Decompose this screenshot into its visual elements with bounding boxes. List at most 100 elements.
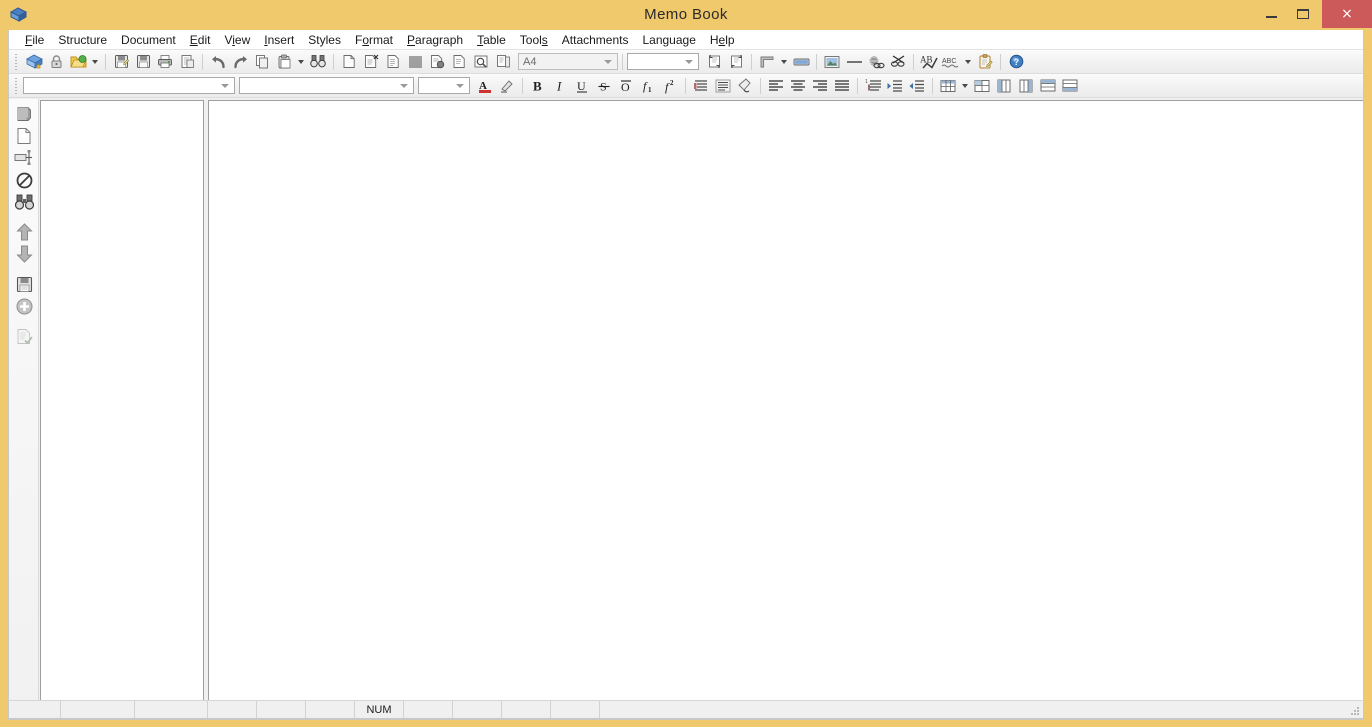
menu-tools[interactable]: Tools bbox=[513, 31, 555, 49]
insert-column-right-icon[interactable] bbox=[1015, 75, 1037, 96]
open-folder-icon[interactable] bbox=[67, 51, 89, 72]
page-rotate-right-icon[interactable] bbox=[725, 51, 747, 72]
frame-icon[interactable] bbox=[756, 51, 778, 72]
sidebar-item-book[interactable] bbox=[9, 103, 39, 125]
open-dropdown-arrow[interactable] bbox=[89, 51, 101, 72]
resize-grip-icon[interactable] bbox=[1349, 705, 1361, 717]
print-preview-icon[interactable] bbox=[176, 51, 198, 72]
font-family-combo[interactable] bbox=[239, 77, 414, 94]
sidebar-item-move-down[interactable] bbox=[9, 243, 39, 265]
sidebar-item-search[interactable] bbox=[9, 191, 39, 213]
insert-table-dropdown-arrow[interactable] bbox=[959, 75, 971, 96]
insert-image-icon[interactable] bbox=[821, 51, 843, 72]
delete-page-icon[interactable] bbox=[360, 51, 382, 72]
italic-icon[interactable]: I bbox=[549, 75, 571, 96]
svg-text:B: B bbox=[533, 78, 542, 93]
paper-size-combo[interactable]: A4 bbox=[518, 53, 618, 70]
page-properties-icon[interactable] bbox=[382, 51, 404, 72]
menu-insert[interactable]: Insert bbox=[257, 31, 301, 49]
toolbar-grip[interactable] bbox=[13, 52, 20, 71]
menu-view[interactable]: View bbox=[217, 31, 257, 49]
save-icon[interactable] bbox=[132, 51, 154, 72]
font-size-combo[interactable] bbox=[418, 77, 470, 94]
paragraph-style-icon[interactable] bbox=[690, 75, 712, 96]
menu-edit[interactable]: Edit bbox=[183, 31, 218, 49]
spellcheck-icon[interactable]: AB bbox=[918, 51, 940, 72]
sidebar-item-structure[interactable] bbox=[9, 147, 39, 169]
paste-dropdown-arrow[interactable] bbox=[295, 51, 307, 72]
textbox-icon[interactable] bbox=[790, 51, 812, 72]
page-rotate-left-icon[interactable] bbox=[703, 51, 725, 72]
menu-styles[interactable]: Styles bbox=[301, 31, 348, 49]
superscript-icon[interactable]: f 2 bbox=[659, 75, 681, 96]
sidebar-item-page[interactable] bbox=[9, 125, 39, 147]
autospellcheck-dropdown-arrow[interactable] bbox=[962, 51, 974, 72]
format-painter-icon[interactable] bbox=[734, 75, 756, 96]
menu-table[interactable]: Table bbox=[470, 31, 513, 49]
save-as-icon[interactable] bbox=[110, 51, 132, 72]
toolbar-separator bbox=[913, 53, 914, 70]
numbered-list-icon[interactable]: 1 bbox=[862, 75, 884, 96]
structure-tree-panel[interactable] bbox=[40, 100, 204, 718]
copy-icon[interactable] bbox=[251, 51, 273, 72]
highlight-icon[interactable] bbox=[496, 75, 518, 96]
increase-indent-icon[interactable] bbox=[884, 75, 906, 96]
paragraph-format-icon[interactable] bbox=[712, 75, 734, 96]
paste-icon[interactable] bbox=[273, 51, 295, 72]
document-editor[interactable] bbox=[208, 100, 1363, 718]
align-left-icon[interactable] bbox=[765, 75, 787, 96]
new-book-icon[interactable] bbox=[23, 51, 45, 72]
horizontal-line-icon[interactable] bbox=[843, 51, 865, 72]
overline-icon[interactable]: O bbox=[615, 75, 637, 96]
subscript-icon[interactable]: f 1 bbox=[637, 75, 659, 96]
lock-icon[interactable] bbox=[45, 51, 67, 72]
find-icon[interactable] bbox=[307, 51, 329, 72]
menu-language[interactable]: Language bbox=[635, 31, 702, 49]
menu-format[interactable]: Format bbox=[348, 31, 400, 49]
page-export-icon[interactable] bbox=[426, 51, 448, 72]
redo-icon[interactable] bbox=[229, 51, 251, 72]
hyperlink-icon[interactable] bbox=[865, 51, 887, 72]
menu-document[interactable]: Document bbox=[114, 31, 183, 49]
bold-icon[interactable]: B bbox=[527, 75, 549, 96]
sidebar-item-move-up[interactable] bbox=[9, 221, 39, 243]
strikethrough-icon[interactable]: S bbox=[593, 75, 615, 96]
notes-icon[interactable] bbox=[974, 51, 996, 72]
paragraph-style-combo[interactable] bbox=[23, 77, 235, 94]
page-copy-icon[interactable] bbox=[448, 51, 470, 72]
menu-attachments[interactable]: Attachments bbox=[555, 31, 636, 49]
insert-row-above-icon[interactable] bbox=[1037, 75, 1059, 96]
menu-help[interactable]: Help bbox=[703, 31, 742, 49]
print-icon[interactable] bbox=[154, 51, 176, 72]
zoom-level-combo[interactable] bbox=[627, 53, 699, 70]
frame-dropdown-arrow[interactable] bbox=[778, 51, 790, 72]
zoom-icon[interactable] bbox=[470, 51, 492, 72]
sidebar-item-block[interactable] bbox=[9, 169, 39, 191]
sidebar-item-add[interactable] bbox=[9, 295, 39, 317]
sidebar-item-checklist[interactable] bbox=[9, 325, 39, 347]
menu-structure[interactable]: Structure bbox=[51, 31, 114, 49]
maximize-button[interactable] bbox=[1280, 0, 1326, 28]
menu-paragraph[interactable]: Paragraph bbox=[400, 31, 470, 49]
undo-icon[interactable] bbox=[207, 51, 229, 72]
align-justify-icon[interactable] bbox=[831, 75, 853, 96]
decrease-indent-icon[interactable] bbox=[906, 75, 928, 96]
toolbar-grip[interactable] bbox=[13, 76, 20, 95]
align-center-icon[interactable] bbox=[787, 75, 809, 96]
autospellcheck-icon[interactable]: ABC bbox=[940, 51, 962, 72]
insert-column-left-icon[interactable] bbox=[993, 75, 1015, 96]
help-icon[interactable]: ? bbox=[1005, 51, 1027, 72]
sidebar-item-save[interactable] bbox=[9, 273, 39, 295]
merge-cells-icon[interactable] bbox=[971, 75, 993, 96]
new-page-icon[interactable] bbox=[338, 51, 360, 72]
duplicate-page-icon[interactable] bbox=[492, 51, 514, 72]
page-lines-icon[interactable] bbox=[404, 51, 426, 72]
font-color-icon[interactable]: A bbox=[474, 75, 496, 96]
menu-file[interactable]: File bbox=[18, 31, 51, 49]
underline-icon[interactable]: U bbox=[571, 75, 593, 96]
remove-hyperlink-icon[interactable] bbox=[887, 51, 909, 72]
insert-row-below-icon[interactable] bbox=[1059, 75, 1081, 96]
close-button[interactable]: × bbox=[1322, 0, 1372, 28]
align-right-icon[interactable] bbox=[809, 75, 831, 96]
insert-table-icon[interactable] bbox=[937, 75, 959, 96]
